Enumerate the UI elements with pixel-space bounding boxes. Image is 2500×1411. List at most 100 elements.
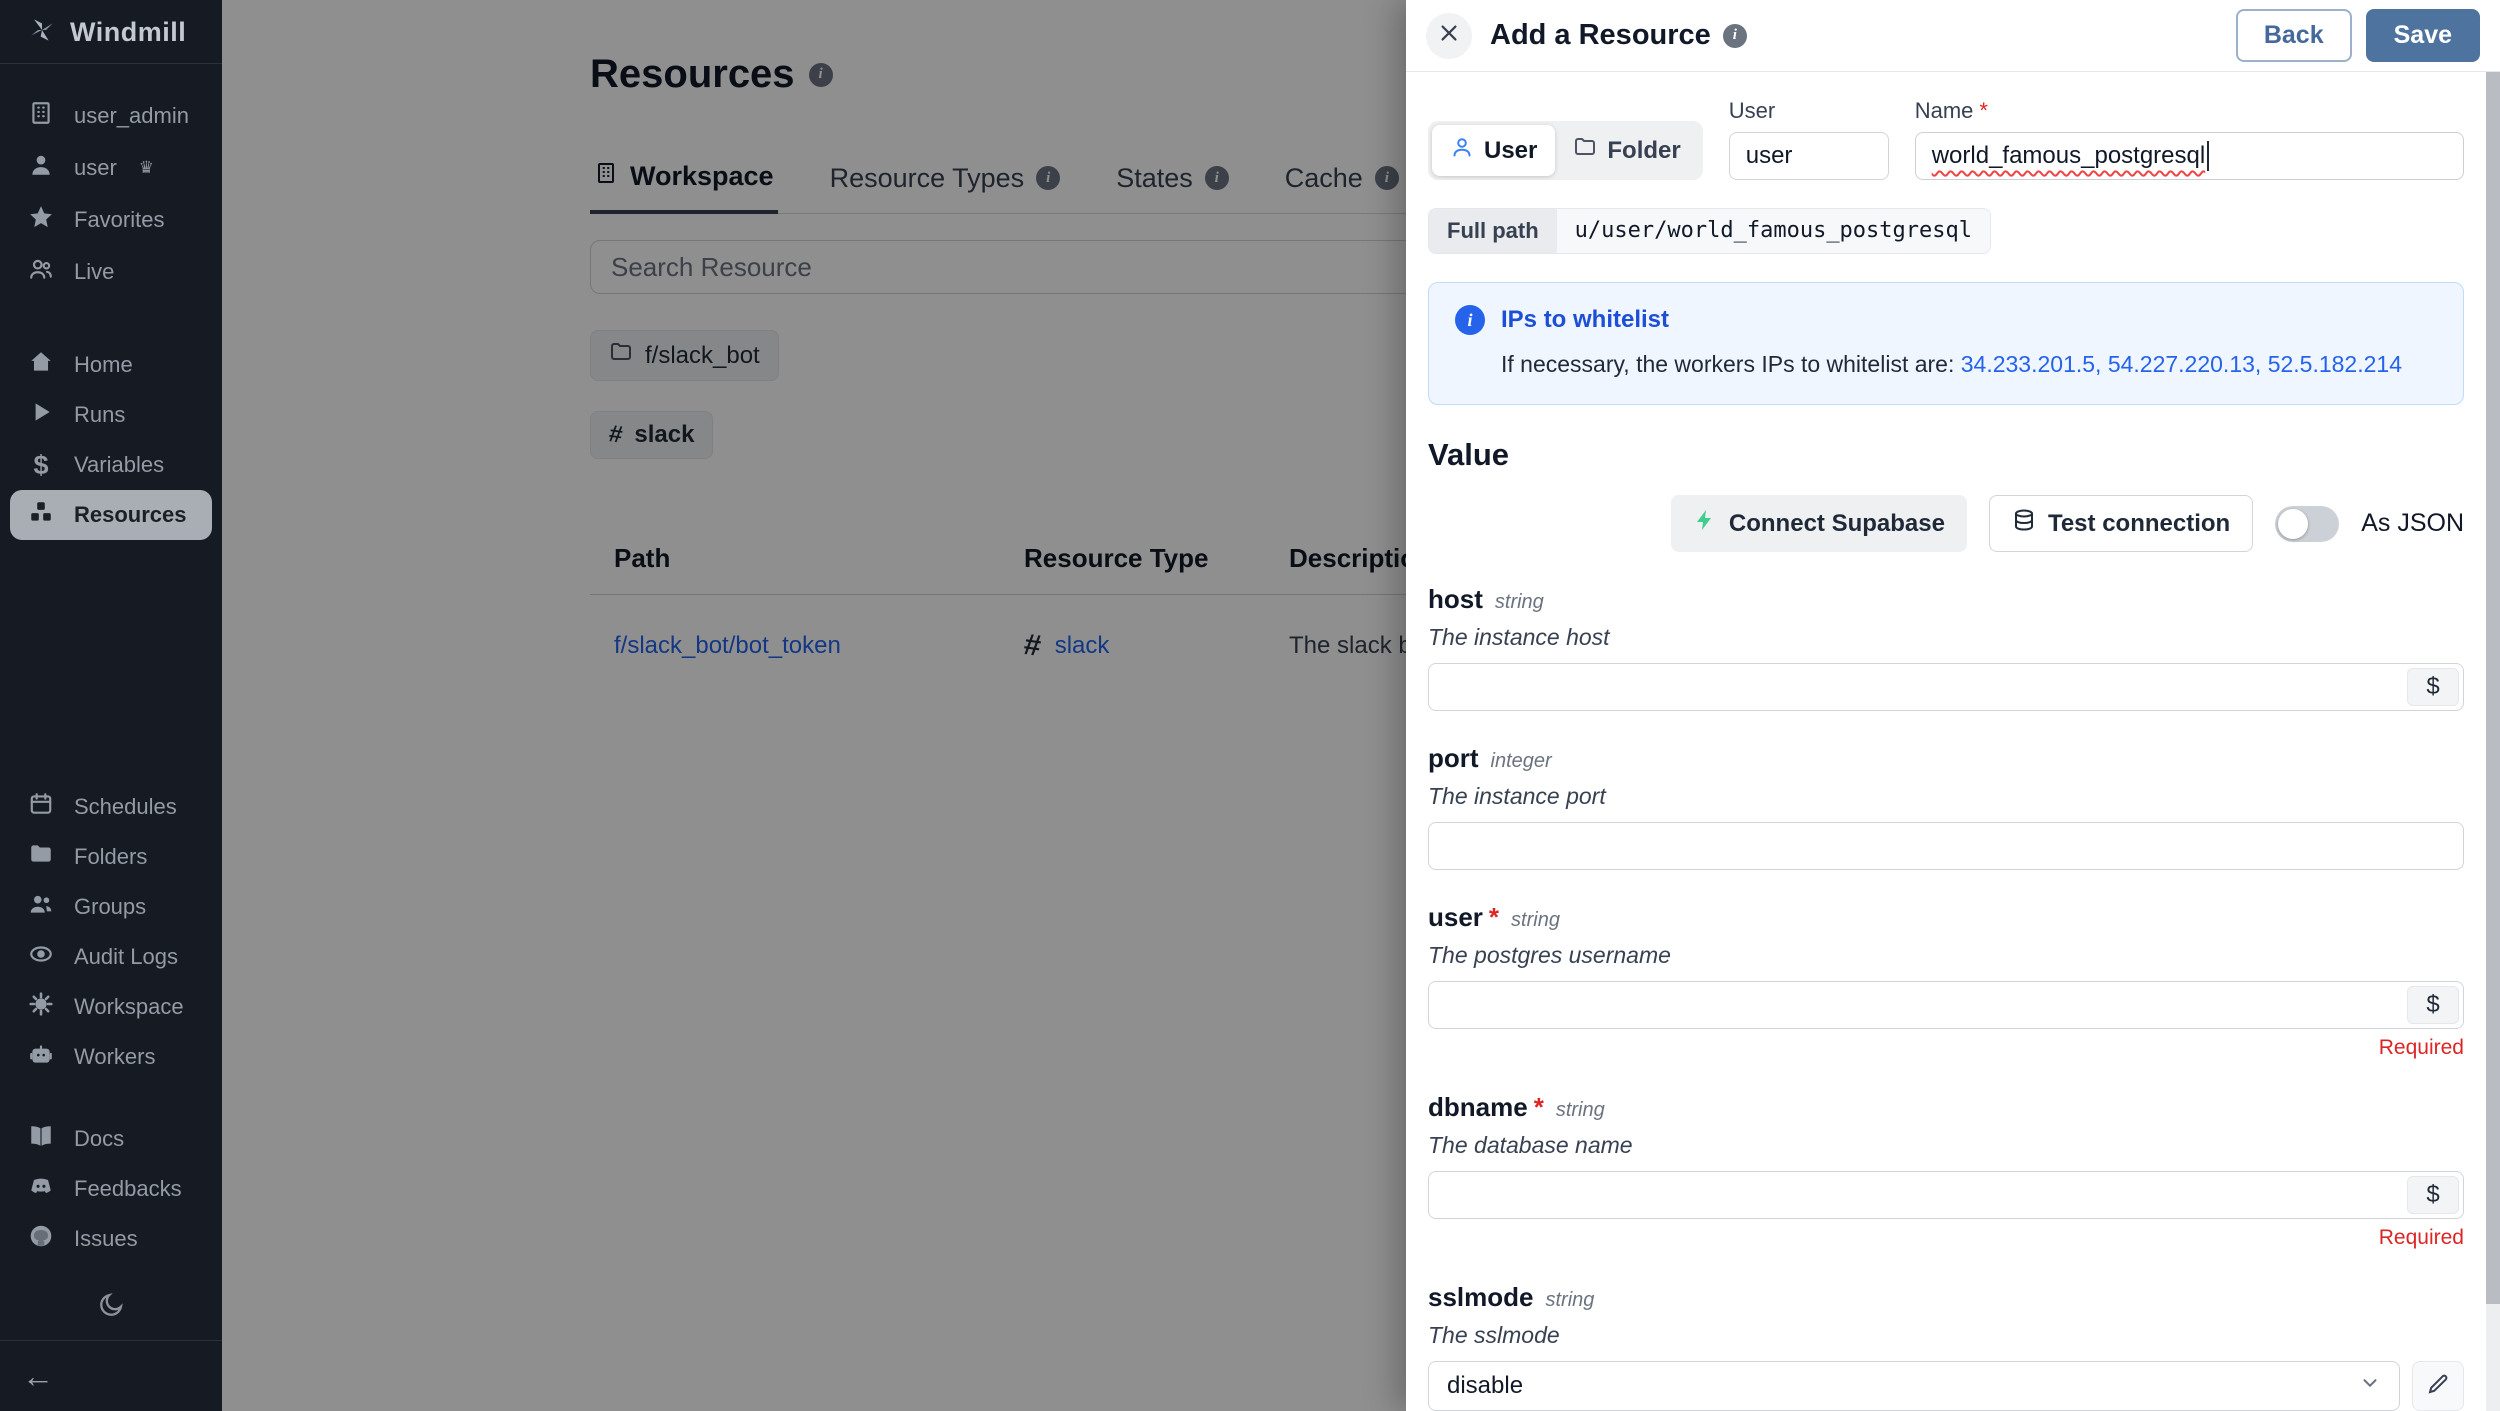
sidebar-item-home[interactable]: Home [0, 340, 222, 390]
divider [0, 63, 222, 64]
variable-picker-button[interactable]: $ [2407, 668, 2459, 706]
sidebar: Windmill user_admin user ♛ Favorites Liv… [0, 0, 222, 1411]
folder-icon [1573, 135, 1597, 166]
dollar-icon: $ [28, 450, 54, 481]
drawer-header: Add a Resource i Back Save [1406, 0, 2500, 72]
ip-whitelist-ips: 34.233.201.5, 54.227.220.13, 52.5.182.21… [1961, 351, 2402, 377]
field-type: string [1556, 1099, 1605, 1122]
gear-icon [28, 991, 54, 1023]
folder-icon [28, 841, 54, 873]
sidebar-item-favorites[interactable]: Favorites [0, 194, 222, 246]
sidebar-item-groups[interactable]: Groups [0, 882, 222, 932]
arrow-left-icon: ← [22, 1358, 54, 1395]
sidebar-item-schedules[interactable]: Schedules [0, 782, 222, 832]
sidebar-item-workspace-settings[interactable]: Workspace [0, 982, 222, 1032]
variable-picker-button[interactable]: $ [2407, 986, 2459, 1024]
sidebar-item-folders[interactable]: Folders [0, 832, 222, 882]
info-icon: i [1723, 24, 1747, 48]
play-icon [28, 399, 54, 431]
sidebar-item-label: Docs [74, 1126, 124, 1152]
sidebar-item-label: Home [74, 352, 133, 378]
variable-picker-button[interactable]: $ [2407, 1176, 2459, 1214]
port-input[interactable] [1428, 822, 2464, 870]
field-description: The postgres username [1428, 942, 2464, 969]
close-icon [1438, 22, 1460, 49]
user-icon [1450, 135, 1474, 166]
sidebar-item-resources[interactable]: Resources [10, 490, 212, 540]
owner-user-label: User [1484, 137, 1537, 165]
chevron-down-icon [2359, 1372, 2381, 1401]
crown-icon: ♛ [139, 158, 154, 178]
calendar-icon [28, 791, 54, 823]
owner-user-option[interactable]: User [1432, 125, 1555, 176]
field-description: The instance host [1428, 624, 2464, 651]
sidebar-item-label: Variables [74, 452, 164, 478]
edit-as-text-button[interactable] [2412, 1361, 2464, 1411]
field-name: port [1428, 743, 1479, 774]
sidebar-item-label: Folders [74, 844, 147, 870]
user-input[interactable] [1428, 981, 2464, 1029]
field-name: host [1428, 584, 1483, 615]
boxes-icon [28, 499, 54, 531]
eye-icon [28, 941, 54, 973]
collapse-sidebar-button[interactable]: ← [0, 1341, 222, 1411]
sidebar-item-label: user_admin [74, 103, 189, 129]
drawer-title: Add a Resource [1490, 19, 1711, 52]
owner-user-input[interactable] [1729, 132, 1889, 180]
sidebar-item-workspace-picker[interactable]: user_admin [0, 90, 222, 142]
sidebar-item-feedbacks[interactable]: Feedbacks [0, 1164, 222, 1214]
sidebar-item-variables[interactable]: $ Variables [0, 440, 222, 490]
close-button[interactable] [1426, 13, 1472, 59]
as-json-toggle[interactable] [2275, 506, 2339, 542]
owner-kind-segmented-control: User Folder [1428, 121, 1703, 180]
field-type: string [1546, 1289, 1595, 1312]
sidebar-item-runs[interactable]: Runs [0, 390, 222, 440]
field-dbname: dbname* string The database name $ Requi… [1428, 1092, 2464, 1250]
resource-name-value: world_famous_postgresql [1932, 142, 2205, 170]
full-path-display: Full path u/user/world_famous_postgresql [1428, 208, 1991, 254]
required-asterisk: * [1534, 1092, 1544, 1122]
sidebar-item-live[interactable]: Live [0, 246, 222, 298]
field-description: The instance port [1428, 783, 2464, 810]
user-group-icon [28, 891, 54, 923]
field-description: The database name [1428, 1132, 2464, 1159]
field-name: user* [1428, 902, 1499, 933]
owner-folder-option[interactable]: Folder [1555, 125, 1698, 176]
add-resource-drawer: Add a Resource i Back Save User Folder [1406, 0, 2500, 1411]
theme-toggle-moon-icon[interactable] [97, 1291, 125, 1324]
back-button[interactable]: Back [2236, 9, 2352, 62]
sidebar-item-docs[interactable]: Docs [0, 1114, 222, 1164]
required-asterisk: * [1979, 98, 1988, 123]
sidebar-item-issues[interactable]: Issues [0, 1214, 222, 1264]
resource-name-input[interactable]: world_famous_postgresql [1915, 132, 2464, 180]
connect-supabase-button[interactable]: Connect Supabase [1671, 495, 1967, 552]
book-icon [28, 1123, 54, 1155]
github-icon [28, 1223, 54, 1255]
logo-row[interactable]: Windmill [0, 0, 222, 63]
host-input[interactable] [1428, 663, 2464, 711]
sslmode-select[interactable]: disable [1428, 1361, 2400, 1411]
sidebar-item-label: Audit Logs [74, 944, 178, 970]
users-icon [28, 256, 54, 288]
sidebar-item-label: Workspace [74, 994, 184, 1020]
drawer-scrollbar[interactable] [2486, 72, 2500, 1411]
info-icon: i [1455, 305, 1485, 335]
sidebar-item-label: Groups [74, 894, 146, 920]
as-json-label: As JSON [2361, 509, 2464, 538]
sidebar-item-label: Issues [74, 1226, 138, 1252]
name-field-label: Name* [1915, 98, 2464, 124]
required-message: Required [1428, 1036, 2464, 1060]
field-user: user* string The postgres username $ Req… [1428, 902, 2464, 1060]
test-connection-button[interactable]: Test connection [1989, 495, 2253, 552]
sidebar-item-label: Workers [74, 1044, 156, 1070]
star-icon [28, 204, 54, 236]
sidebar-item-audit-logs[interactable]: Audit Logs [0, 932, 222, 982]
field-sslmode: sslmode string The sslmode disable [1428, 1282, 2464, 1411]
sidebar-item-user[interactable]: user ♛ [0, 142, 222, 194]
discord-icon [28, 1173, 54, 1205]
save-button[interactable]: Save [2366, 9, 2480, 62]
zap-icon [1693, 508, 1717, 539]
value-heading: Value [1428, 437, 2464, 473]
sidebar-item-workers[interactable]: Workers [0, 1032, 222, 1082]
dbname-input[interactable] [1428, 1171, 2464, 1219]
